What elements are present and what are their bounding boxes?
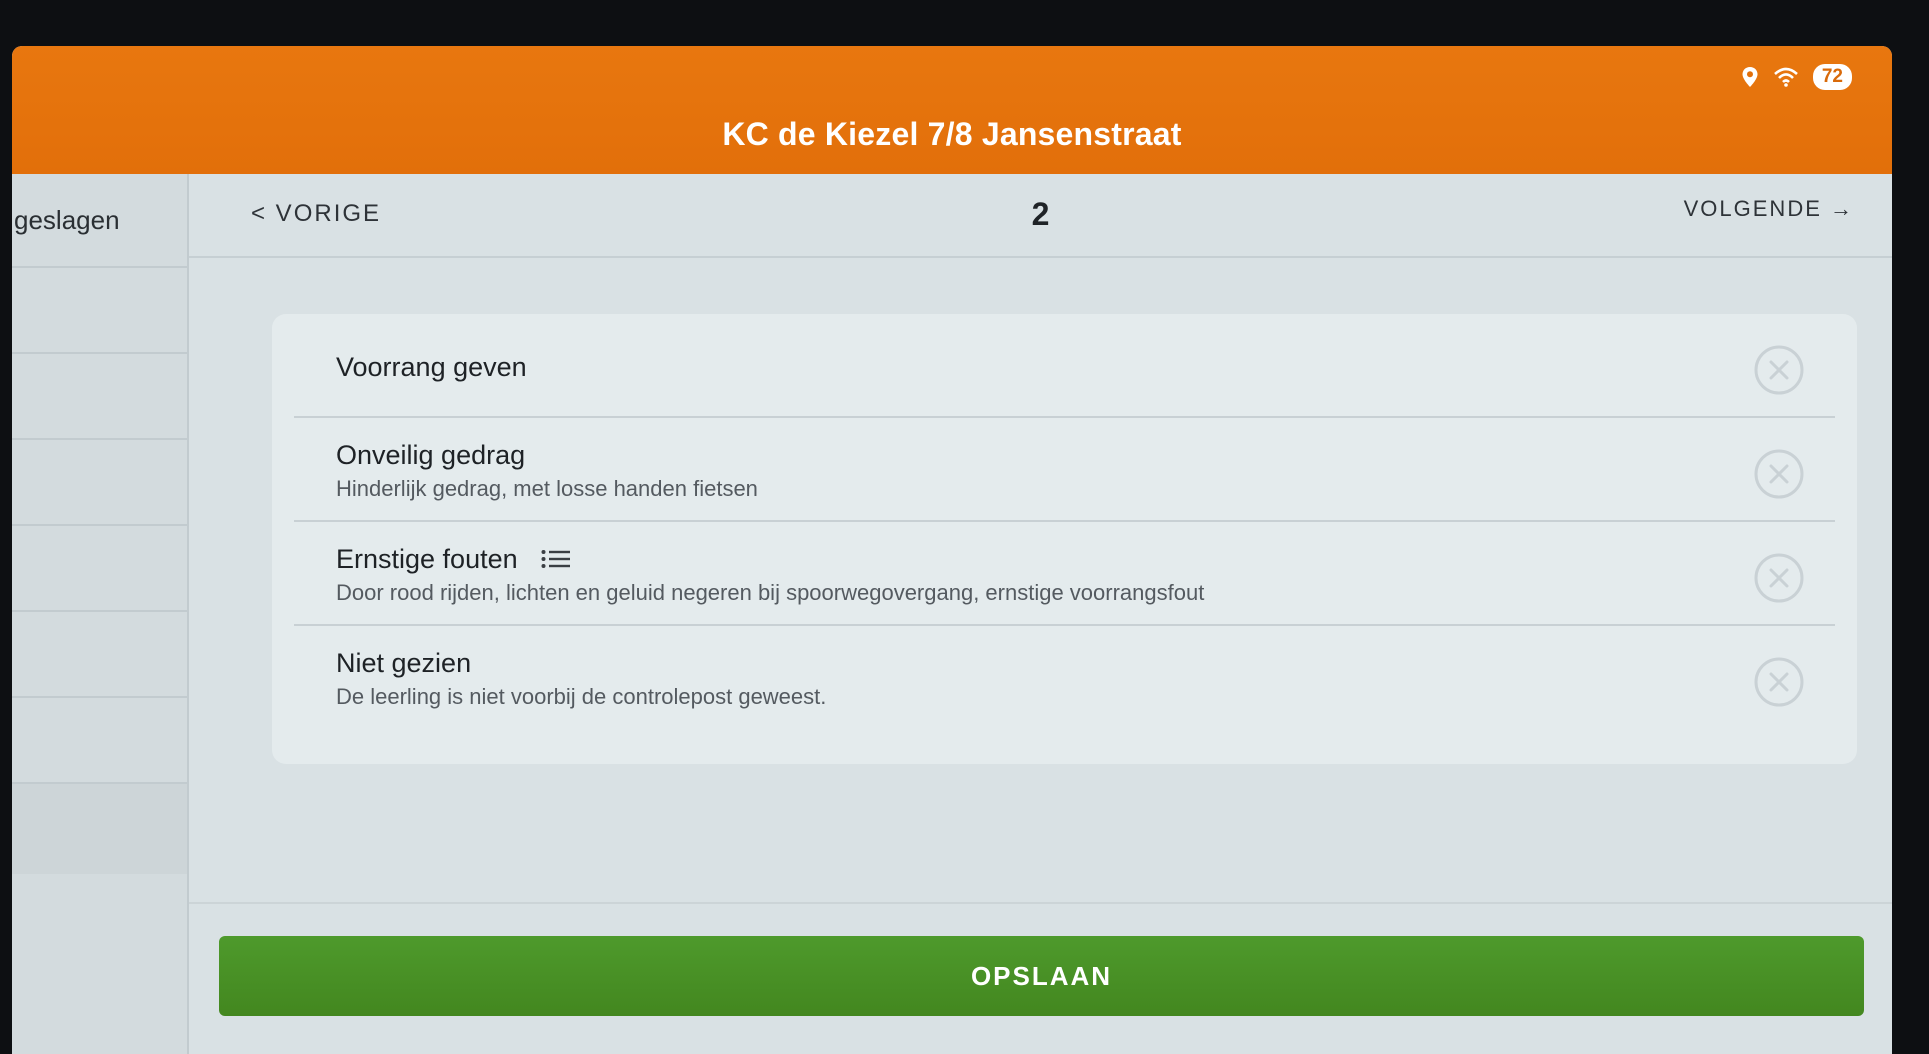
option-item[interactable]: Ernstige fouten Door rood rijden, lichte…: [294, 522, 1835, 626]
tablet-screen: 72 KC de Kiezel 7/8 Jansenstraat geslage…: [12, 46, 1892, 1054]
wifi-icon: [1773, 66, 1799, 88]
option-subtitle: De leerling is niet voorbij de controlep…: [336, 684, 827, 709]
clear-icon[interactable]: [1753, 552, 1805, 604]
page-number: 2: [1031, 196, 1050, 232]
sidebar-row[interactable]: [12, 268, 187, 354]
status-bar: 72: [1741, 64, 1852, 90]
next-button[interactable]: VOLGENDE →: [1684, 196, 1854, 222]
main-panel: < VORIGE 2 VOLGENDE → Voorrang geven Onv…: [189, 174, 1892, 1054]
option-subtitle: Hinderlijk gedrag, met losse handen fiet…: [336, 476, 758, 501]
options-card: Voorrang geven Onveilig gedrag Hinderlij…: [272, 314, 1857, 764]
page-title: KC de Kiezel 7/8 Jansenstraat: [722, 116, 1182, 152]
option-item[interactable]: Niet gezien De leerling is niet voorbij …: [294, 626, 1835, 728]
clear-icon[interactable]: [1753, 656, 1805, 708]
option-title: Onveilig gedrag: [336, 440, 526, 470]
option-title: Niet gezien: [336, 648, 472, 678]
sidebar-row[interactable]: [12, 354, 187, 440]
app-bar: 72 KC de Kiezel 7/8 Jansenstraat: [12, 46, 1892, 174]
sidebar: geslagen: [12, 174, 189, 1054]
sidebar-header[interactable]: geslagen: [12, 174, 187, 268]
battery-badge: 72: [1812, 64, 1852, 90]
option-title: Ernstige fouten: [336, 544, 518, 574]
sidebar-row[interactable]: [12, 440, 187, 526]
clear-icon[interactable]: [1753, 344, 1805, 396]
sidebar-row[interactable]: [12, 698, 187, 784]
save-button[interactable]: OPSLAAN: [219, 936, 1864, 1016]
option-item[interactable]: Onveilig gedrag Hinderlijk gedrag, met l…: [294, 418, 1835, 522]
option-title-row: Ernstige fouten: [336, 544, 571, 576]
location-icon: [1741, 66, 1759, 88]
divider: [189, 902, 1892, 904]
sidebar-row[interactable]: [12, 526, 187, 612]
pager: < VORIGE 2 VOLGENDE →: [189, 174, 1892, 258]
option-subtitle: Door rood rijden, lichten en geluid nege…: [336, 580, 1205, 605]
option-item[interactable]: Voorrang geven: [294, 314, 1835, 418]
option-title: Voorrang geven: [336, 352, 527, 382]
sidebar-row[interactable]: [12, 612, 187, 698]
sidebar-row: [12, 784, 187, 874]
clear-icon[interactable]: [1753, 448, 1805, 500]
list-icon[interactable]: [541, 545, 571, 576]
